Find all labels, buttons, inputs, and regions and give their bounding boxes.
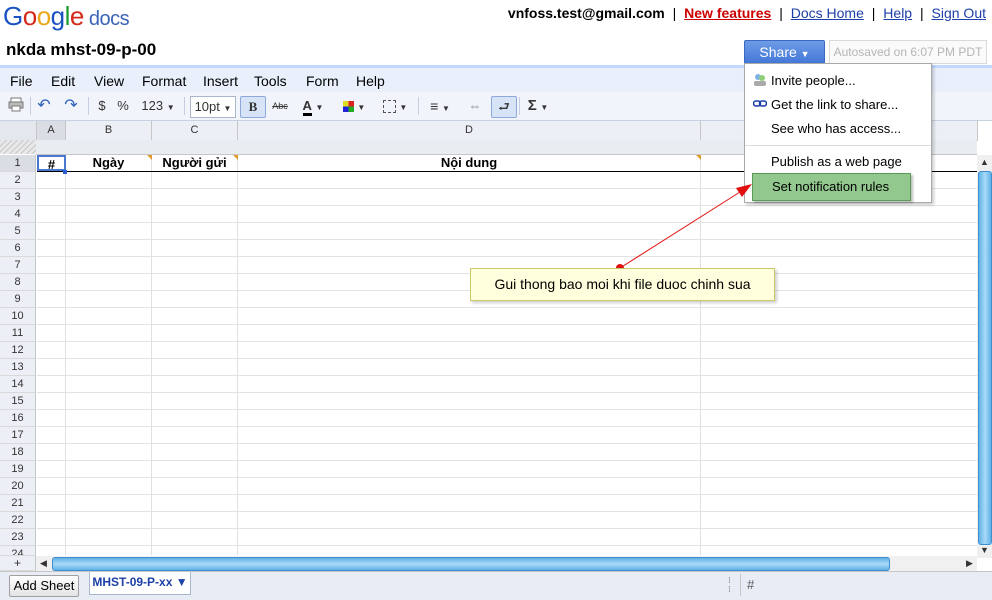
annotation-callout: Gui thong bao moi khi file duoc chinh su… <box>470 268 775 301</box>
